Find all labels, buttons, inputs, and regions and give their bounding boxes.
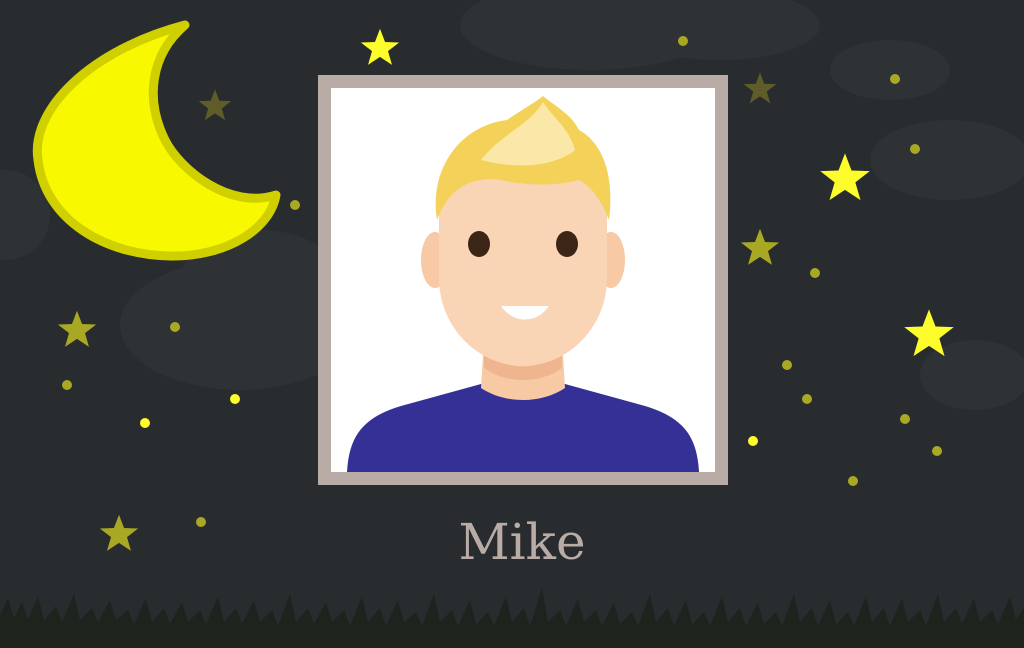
cloud	[870, 120, 1024, 200]
star-dot	[196, 517, 206, 527]
star-icon	[818, 151, 872, 203]
star-dot	[932, 446, 942, 456]
star-dot	[802, 394, 812, 404]
star-dot	[230, 394, 240, 404]
star-icon	[359, 27, 401, 67]
night-sky-scene: Mike	[0, 0, 1024, 648]
avatar	[331, 88, 715, 472]
star-dot	[170, 322, 180, 332]
star-dot	[848, 476, 858, 486]
star-dot	[748, 436, 758, 446]
star-icon	[742, 71, 778, 105]
star-icon	[902, 307, 956, 359]
star-dot	[140, 418, 150, 428]
profile-name: Mike	[458, 513, 586, 571]
star-icon	[739, 227, 781, 267]
star-dot	[62, 380, 72, 390]
star-icon	[56, 309, 98, 349]
star-dot	[900, 414, 910, 424]
star-dot	[678, 36, 688, 46]
crescent-moon-icon	[30, 20, 290, 270]
star-dot	[782, 360, 792, 370]
star-dot	[290, 200, 300, 210]
star-dot	[890, 74, 900, 84]
avatar-frame	[318, 75, 728, 485]
male-avatar-icon	[347, 96, 699, 472]
star-dot	[910, 144, 920, 154]
grass-icon	[0, 588, 1024, 648]
star-icon	[98, 513, 140, 553]
star-icon	[197, 88, 233, 122]
star-dot	[810, 268, 820, 278]
cloud	[830, 40, 950, 100]
